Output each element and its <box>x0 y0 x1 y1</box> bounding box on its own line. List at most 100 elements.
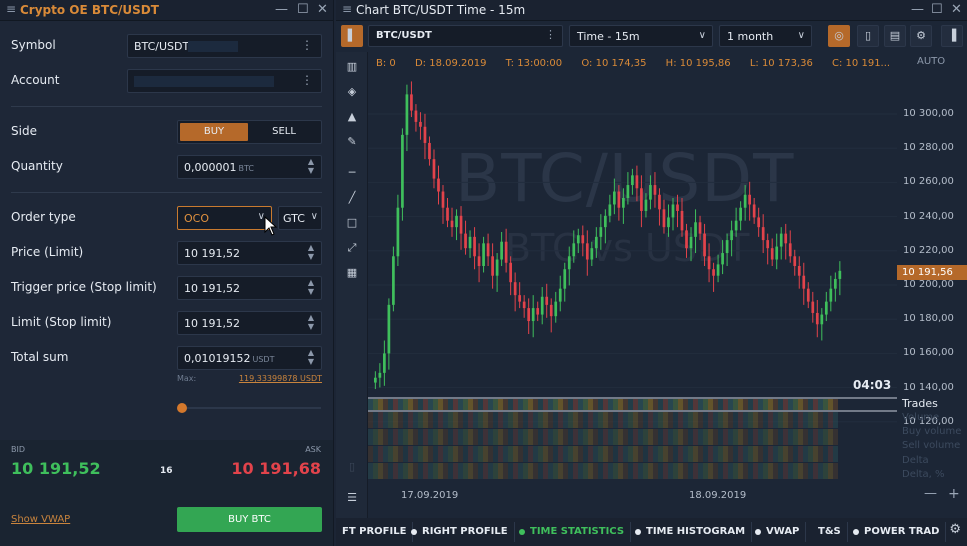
candle <box>495 259 499 276</box>
close-icon[interactable]: ✕ <box>951 2 962 17</box>
volume-heat-cell <box>423 463 428 479</box>
volume-heat-cell <box>788 446 793 462</box>
candlestick-plot[interactable] <box>368 52 897 482</box>
tab-power-trades[interactable]: POWER TRAD <box>848 522 947 542</box>
volume-heat-cell <box>478 463 483 479</box>
quantity-input[interactable]: 0,000001 BTC ▲ ▼ <box>177 155 322 179</box>
trigger-price-stepper[interactable]: ▲ ▼ <box>305 278 317 298</box>
settings-gear-icon[interactable]: ⚙ <box>910 25 932 47</box>
total-sum-input[interactable]: 0,01019152 USDT ▲ ▼ <box>177 346 322 370</box>
kebab-icon[interactable]: ⋮ <box>301 73 313 87</box>
tab-time-histogram[interactable]: TIME HISTOGRAM <box>630 522 753 542</box>
trash-icon[interactable]: ▯ <box>343 458 361 476</box>
bid-price[interactable]: 10 191,52 <box>11 459 101 478</box>
alert-bell-icon[interactable]: ▲ <box>343 108 361 126</box>
quantity-stepper[interactable]: ▲ ▼ <box>305 157 317 177</box>
tab-right-profile[interactable]: RIGHT PROFILE <box>406 522 515 542</box>
chart-symbol-field[interactable]: BTC/USDT ⋮ <box>368 25 563 47</box>
total-sum-value: 0,01019152 <box>184 352 251 365</box>
zoom-in-icon[interactable]: + <box>948 486 960 502</box>
tif-select[interactable]: GTC ∨ <box>278 206 322 230</box>
settings-gear-icon[interactable]: ⚙ <box>949 522 961 537</box>
volume-heat-cell <box>573 463 578 479</box>
buy-btc-button[interactable]: BUY BTC <box>177 507 322 532</box>
volume-heat-cell <box>788 429 793 445</box>
order-type-select[interactable]: OCO ∨ <box>177 206 272 230</box>
volume-heat-cell <box>488 399 493 410</box>
pencil-icon[interactable]: ✎ <box>343 133 361 151</box>
volume-heat-cell <box>418 412 423 428</box>
volume-heat-cell <box>643 412 648 428</box>
candle <box>558 288 562 302</box>
time-axis[interactable]: 17.09.2019 18.09.2019 — + <box>368 484 967 510</box>
max-value-link[interactable]: 119,33399878 USDT <box>239 374 322 383</box>
total-sum-stepper[interactable]: ▲ ▼ <box>305 348 317 368</box>
minimize-icon[interactable]: — <box>275 2 288 17</box>
minimize-icon[interactable]: — <box>911 2 924 17</box>
volume-heat-cell <box>518 412 523 428</box>
show-vwap-link[interactable]: Show VWAP <box>11 514 70 525</box>
close-icon[interactable]: ✕ <box>317 2 328 17</box>
volume-heat-cell <box>498 446 503 462</box>
limit-stop-stepper[interactable]: ▲ ▼ <box>305 313 317 333</box>
timeframe-select[interactable]: Time - 15m ∨ <box>569 25 713 47</box>
maximize-icon[interactable]: ☐ <box>931 2 943 17</box>
volume-heat-cell <box>823 463 828 479</box>
horizontal-line-icon[interactable]: ─ <box>343 164 361 182</box>
candle <box>766 240 770 249</box>
candle <box>829 288 833 302</box>
volume-heat-cell <box>408 412 413 428</box>
tab-vwap[interactable]: VWAP <box>750 522 807 542</box>
layers-icon[interactable]: ◈ <box>343 83 361 101</box>
account-field[interactable]: ⋮ <box>127 69 322 93</box>
chart-type-icon[interactable]: ▥ <box>343 58 361 76</box>
menu-icon[interactable]: ≡ <box>6 2 16 16</box>
kebab-icon[interactable]: ⋮ <box>301 38 313 52</box>
buy-side-button[interactable]: BUY <box>180 123 248 141</box>
maximize-icon[interactable]: ☐ <box>297 2 309 17</box>
oe-titlebar: ≡ Crypto OE BTC/USDT — ☐ ✕ <box>0 0 333 21</box>
trigger-price-input[interactable]: 10 191,52 ▲ ▼ <box>177 276 322 300</box>
auto-scale-label[interactable]: AUTO <box>917 56 945 67</box>
limit-stop-input[interactable]: 10 191,52 ▲ ▼ <box>177 311 322 335</box>
list-icon[interactable]: ☰ <box>343 489 361 507</box>
mouse-icon[interactable]: ▯ <box>857 25 879 47</box>
ask-price[interactable]: 10 191,68 <box>231 459 321 478</box>
quantity-slider-track[interactable] <box>181 407 321 409</box>
volume-heat-cell <box>563 429 568 445</box>
fibonacci-icon[interactable]: ⤢ <box>343 239 361 257</box>
volume-heat-cell <box>658 463 663 479</box>
tab-ts[interactable]: T&S <box>812 522 848 542</box>
ruler-icon[interactable]: ▦ <box>343 264 361 282</box>
symbol-field[interactable]: BTC/USDT ⋮ <box>127 34 322 58</box>
volume-heat-cell <box>398 463 403 479</box>
rectangle-icon[interactable]: □ <box>343 214 361 232</box>
volume-heat-cell <box>393 399 398 410</box>
volume-heat-cell <box>828 399 833 410</box>
trend-line-icon[interactable]: ╱ <box>343 189 361 207</box>
price-limit-input[interactable]: 10 191,52 ▲ ▼ <box>177 241 322 265</box>
candle <box>482 243 485 266</box>
volume-heat-cell <box>403 412 408 428</box>
volume-heat-cell <box>783 463 788 479</box>
panel-toggle-icon[interactable]: ▌ <box>341 25 363 47</box>
side-panel-icon[interactable]: ▐ <box>941 25 963 47</box>
zoom-out-icon[interactable]: — <box>924 486 937 501</box>
volume-heat-cell <box>578 412 583 428</box>
volume-heat-cell <box>748 446 753 462</box>
volume-heat-cell <box>793 429 798 445</box>
sell-side-button[interactable]: SELL <box>250 123 318 141</box>
indicator-icon[interactable]: ◎ <box>828 25 850 47</box>
tab-ft-profile[interactable]: FT PROFILE <box>336 522 414 542</box>
volume-heat-cell <box>688 412 693 428</box>
price-limit-stepper[interactable]: ▲ ▼ <box>305 243 317 263</box>
dot-icon <box>519 529 525 535</box>
templates-icon[interactable]: ▤ <box>884 25 906 47</box>
range-select[interactable]: 1 month ∨ <box>719 25 812 47</box>
menu-icon[interactable]: ≡ <box>342 2 352 16</box>
quantity-slider-handle[interactable] <box>177 403 187 413</box>
tab-time-statistics[interactable]: TIME STATISTICS <box>514 522 632 542</box>
kebab-icon[interactable]: ⋮ <box>545 28 556 41</box>
volume-heat-cell <box>788 463 793 479</box>
volume-heat-cell <box>693 463 698 479</box>
